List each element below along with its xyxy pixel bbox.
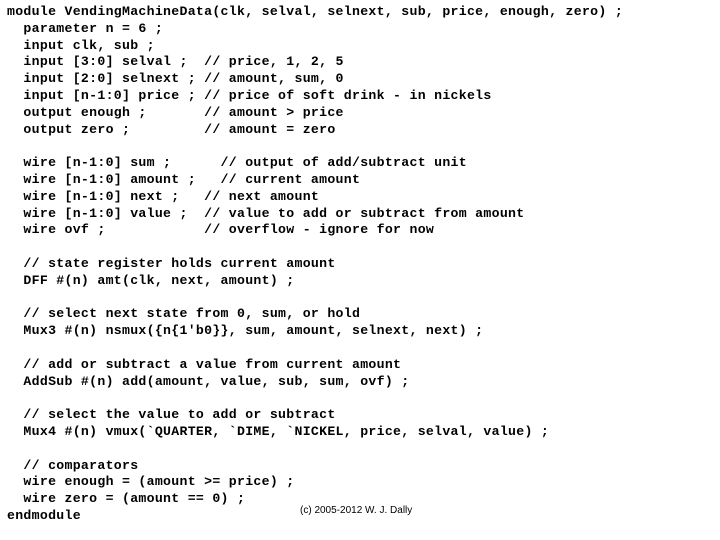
code-line-comment-state-register: // state register holds current amount xyxy=(7,255,336,271)
code-line-output-enough: output enough ; // amount > price xyxy=(7,104,344,120)
copyright-notice: (c) 2005-2012 W. J. Dally xyxy=(300,505,413,516)
code-line-comment-next-state: // select next state from 0, sum, or hol… xyxy=(7,306,361,322)
code-line-input-price: input [n-1:0] price ; // price of soft d… xyxy=(7,87,492,103)
code-line-comment-select-value: // select the value to add or subtract xyxy=(7,407,336,423)
code-line-wire-ovf: wire ovf ; // overflow - ignore for now xyxy=(7,222,435,238)
code-line-mux3-instance: Mux3 #(n) nsmux({n{1'b0}}, sum, amount, … xyxy=(7,323,484,339)
code-line-dff-instance: DFF #(n) amt(clk, next, amount) ; xyxy=(7,272,295,288)
code-line-parameter: parameter n = 6 ; xyxy=(7,20,164,36)
verilog-code-block: module VendingMachineData(clk, selval, s… xyxy=(7,4,623,525)
code-line-wire-sum: wire [n-1:0] sum ; // output of add/subt… xyxy=(7,155,467,171)
code-line-mux4-instance: Mux4 #(n) vmux(`QUARTER, `DIME, `NICKEL,… xyxy=(7,423,550,439)
code-line-wire-value: wire [n-1:0] value ; // value to add or … xyxy=(7,205,525,221)
code-line-input-selval: input [3:0] selval ; // price, 1, 2, 5 xyxy=(7,54,344,70)
code-line-comment-add-subtract: // add or subtract a value from current … xyxy=(7,356,402,372)
code-line-wire-amount: wire [n-1:0] amount ; // current amount xyxy=(7,171,361,187)
code-line-addsub-instance: AddSub #(n) add(amount, value, sub, sum,… xyxy=(7,373,410,389)
code-line-output-zero: output zero ; // amount = zero xyxy=(7,121,336,137)
code-line-module-header: module VendingMachineData(clk, selval, s… xyxy=(7,4,624,19)
code-line-wire-next: wire [n-1:0] next ; // next amount xyxy=(7,188,320,204)
code-line-wire-enough: wire enough = (amount >= price) ; xyxy=(7,474,295,490)
code-line-input-selnext: input [2:0] selnext ; // amount, sum, 0 xyxy=(7,71,344,87)
code-line-comment-comparators: // comparators xyxy=(7,457,139,473)
code-line-input-clk-sub: input clk, sub ; xyxy=(7,37,155,53)
